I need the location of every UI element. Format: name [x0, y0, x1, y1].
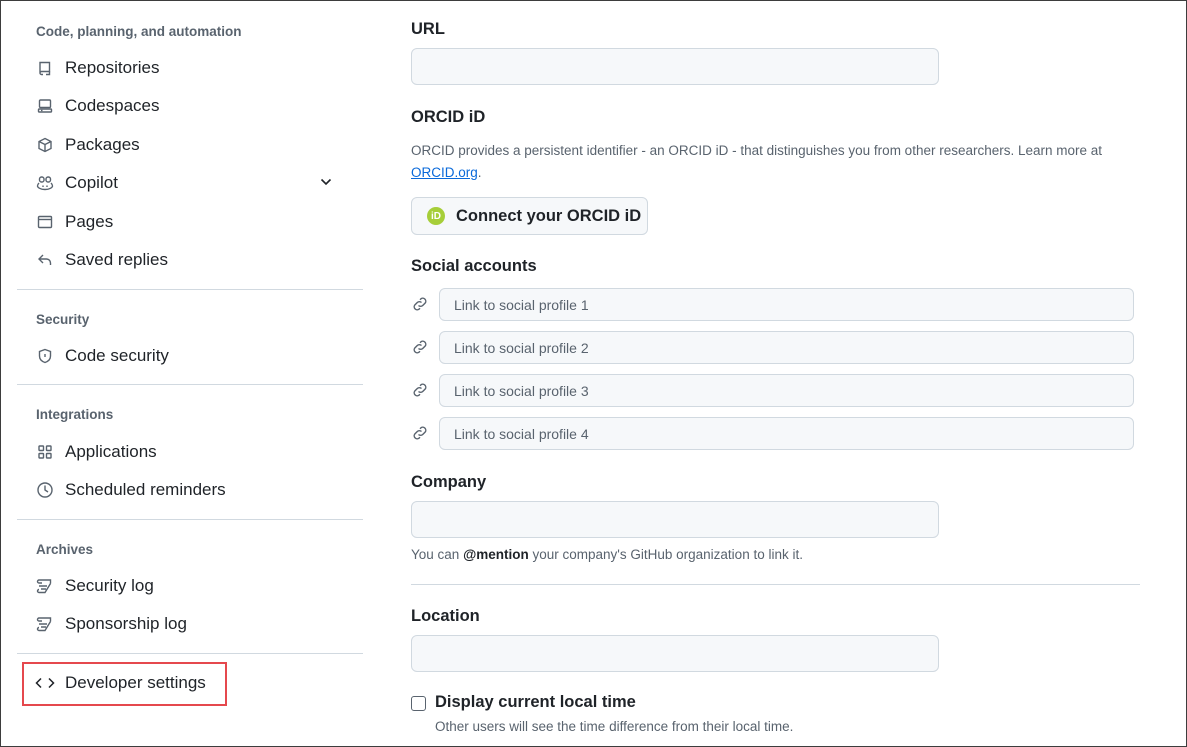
display-local-time-label[interactable]: Display current local time: [435, 693, 636, 712]
sidebar-item-applications[interactable]: Applications: [23, 434, 353, 470]
orcid-icon: iD: [427, 207, 445, 225]
company-help-suffix: your company's GitHub organization to li…: [532, 547, 803, 562]
link-icon: [411, 338, 429, 356]
location-input[interactable]: [411, 635, 939, 672]
log-icon: [35, 576, 55, 596]
sidebar-item-sponsorship-log[interactable]: Sponsorship log: [23, 606, 353, 642]
orcid-description-text: ORCID provides a persistent identifier -…: [411, 143, 1103, 158]
social-profile-input-4[interactable]: [439, 417, 1134, 450]
sidebar-divider: [17, 289, 363, 290]
display-local-time-checkbox[interactable]: [411, 696, 426, 711]
sidebar-item-codespaces[interactable]: Codespaces: [23, 88, 353, 124]
url-input[interactable]: [411, 48, 939, 85]
social-row: [411, 374, 1134, 407]
sidebar-item-saved-replies[interactable]: Saved replies: [23, 242, 353, 278]
social-row: [411, 417, 1134, 450]
orcid-link[interactable]: ORCID.org: [411, 165, 478, 180]
highlight-box: [22, 662, 227, 706]
social-row: [411, 331, 1134, 364]
sidebar-item-label: Packages: [65, 135, 140, 154]
chevron-down-icon[interactable]: [319, 175, 333, 194]
company-label: Company: [411, 473, 487, 491]
sidebar-item-code-security[interactable]: Code security: [23, 338, 353, 374]
section-divider: [411, 584, 1140, 585]
sidebar-item-label: Security log: [65, 576, 154, 595]
apps-icon: [35, 442, 55, 462]
link-icon: [411, 381, 429, 399]
company-help-prefix: You can: [411, 547, 460, 562]
sidebar-divider: [17, 653, 363, 654]
connect-orcid-label: Connect your ORCID iD: [456, 206, 642, 225]
repo-icon: [35, 58, 55, 78]
section-title-code-planning: Code, planning, and automation: [36, 24, 242, 39]
reply-icon: [35, 250, 55, 270]
social-accounts-label: Social accounts: [411, 257, 537, 275]
sidebar-item-label: Pages: [65, 212, 114, 231]
sidebar-item-label: Sponsorship log: [65, 614, 187, 633]
company-help-mention: @mention: [463, 547, 529, 562]
sidebar-divider: [17, 384, 363, 385]
clock-icon: [35, 480, 55, 500]
sidebar-item-packages[interactable]: Packages: [23, 127, 353, 163]
sidebar-item-label: Scheduled reminders: [65, 480, 226, 499]
company-help: You can @mention your company's GitHub o…: [411, 544, 803, 566]
orcid-label: ORCID iD: [411, 108, 486, 126]
social-profile-input-3[interactable]: [439, 374, 1134, 407]
sidebar-item-pages[interactable]: Pages: [23, 204, 353, 240]
shield-icon: [35, 346, 55, 366]
url-label: URL: [411, 20, 445, 38]
social-profile-input-1[interactable]: [439, 288, 1134, 321]
copilot-icon: [35, 173, 55, 193]
location-label: Location: [411, 607, 480, 625]
sidebar-item-label: Codespaces: [65, 96, 160, 115]
section-title-archives: Archives: [36, 542, 94, 557]
section-title-integrations: Integrations: [36, 407, 114, 422]
social-row: [411, 288, 1134, 321]
orcid-description: ORCID provides a persistent identifier -…: [411, 143, 1103, 180]
social-profile-input-2[interactable]: [439, 331, 1134, 364]
sidebar-item-label: Applications: [65, 442, 157, 461]
section-title-security: Security: [36, 312, 90, 327]
link-icon: [411, 424, 429, 442]
package-icon: [35, 135, 55, 155]
sidebar-item-security-log[interactable]: Security log: [23, 568, 353, 604]
sidebar-item-repositories[interactable]: Repositories: [23, 50, 353, 86]
link-icon: [411, 295, 429, 313]
codespaces-icon: [35, 96, 55, 116]
sidebar-divider: [17, 519, 363, 520]
sidebar-item-label: Repositories: [65, 58, 160, 77]
sidebar-item-label: Copilot: [65, 173, 118, 192]
sidebar-item-label: Saved replies: [65, 250, 169, 269]
log-icon: [35, 614, 55, 634]
sidebar-item-copilot[interactable]: Copilot: [23, 165, 353, 201]
sidebar-item-label: Code security: [65, 346, 169, 365]
company-input[interactable]: [411, 501, 939, 538]
display-local-time-description: Other users will see the time difference…: [435, 719, 794, 734]
browser-icon: [35, 212, 55, 232]
sidebar-item-scheduled-reminders[interactable]: Scheduled reminders: [23, 472, 353, 508]
connect-orcid-button[interactable]: iD Connect your ORCID iD: [411, 197, 648, 235]
